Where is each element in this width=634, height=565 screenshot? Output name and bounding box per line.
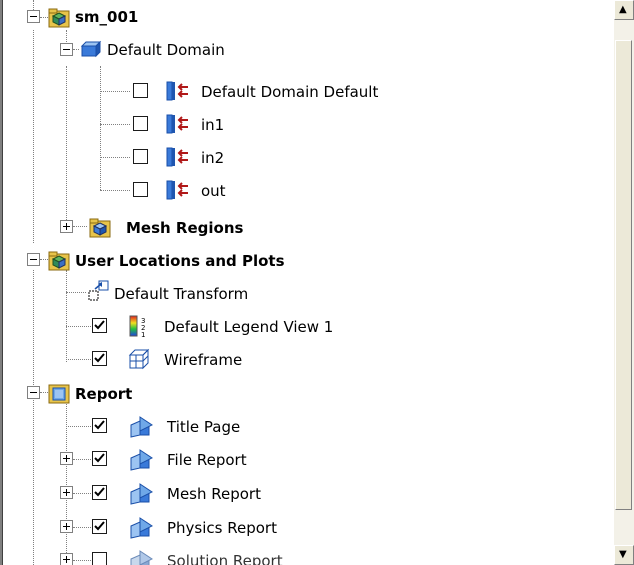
report-section-icon <box>130 416 153 438</box>
tree-item-label: Default Domain Default <box>201 83 379 101</box>
scroll-thumb[interactable] <box>615 40 632 510</box>
case-folder-icon <box>48 8 70 28</box>
tree-line <box>66 359 91 360</box>
tree-line <box>100 124 130 125</box>
scroll-track[interactable] <box>614 20 634 545</box>
expand-toggle[interactable] <box>60 520 73 533</box>
tree-line <box>100 91 130 92</box>
tree-line <box>73 226 87 227</box>
tree-line <box>73 49 79 50</box>
scroll-up-button[interactable]: ▲ <box>614 0 634 20</box>
expand-toggle[interactable] <box>60 486 73 499</box>
tree-line <box>100 190 130 191</box>
report-icon <box>48 384 70 404</box>
tree-item-user-locations[interactable]: User Locations and Plots <box>3 245 614 278</box>
tree-item-label: in1 <box>201 116 225 134</box>
tree-line <box>73 560 91 561</box>
visibility-checkbox[interactable] <box>133 83 148 98</box>
tree-line <box>66 426 91 427</box>
tree-item-label: in2 <box>201 149 225 167</box>
collapse-toggle[interactable] <box>60 43 73 56</box>
tree-item-label: Default Domain <box>107 41 225 59</box>
visibility-checkbox[interactable] <box>92 519 107 534</box>
tree-item-label: Title Page <box>167 418 241 436</box>
tree-item-label: Default Transform <box>114 285 249 303</box>
mesh-regions-icon <box>89 218 111 238</box>
report-section-icon <box>130 517 153 539</box>
expand-toggle[interactable] <box>60 553 73 565</box>
tree-line <box>66 326 91 327</box>
tree-item-default-domain[interactable]: Default Domain <box>3 40 614 78</box>
visibility-checkbox[interactable] <box>92 351 107 366</box>
vertical-scrollbar[interactable]: ▲ ▼ <box>614 0 634 565</box>
expand-toggle[interactable] <box>60 452 73 465</box>
svg-text:1: 1 <box>141 331 145 339</box>
collapse-toggle[interactable] <box>27 386 40 399</box>
visibility-checkbox[interactable] <box>133 182 148 197</box>
tree-item-label: out <box>201 182 226 200</box>
visibility-checkbox[interactable] <box>92 552 107 565</box>
tree-item-boundary[interactable]: in1 <box>3 109 614 142</box>
collapse-toggle[interactable] <box>27 253 40 266</box>
tree-line <box>40 17 48 18</box>
boundary-icon <box>166 147 188 167</box>
tree-item-label: File Report <box>167 451 247 469</box>
tree-item-boundary[interactable]: out <box>3 175 614 208</box>
tree-item-report-section[interactable]: Title Page <box>3 411 614 444</box>
report-section-icon <box>130 550 153 565</box>
visibility-checkbox[interactable] <box>133 116 148 131</box>
expand-toggle[interactable] <box>60 220 73 233</box>
tree-item-report-section[interactable]: Mesh Report <box>3 478 614 511</box>
report-section-icon <box>130 483 153 505</box>
tree-item-report-section[interactable]: Physics Report <box>3 512 614 545</box>
tree-item-wireframe[interactable]: Wireframe <box>3 344 614 377</box>
tree-line <box>73 493 91 494</box>
report-section-icon <box>130 449 153 471</box>
tree-item-label: Wireframe <box>164 351 243 369</box>
tree-item-label: Solution Report <box>167 552 283 565</box>
tree-item-label: Physics Report <box>167 519 277 537</box>
tree-item-boundary[interactable]: in2 <box>3 142 614 175</box>
tree-line <box>66 292 86 293</box>
transform-icon <box>88 280 109 301</box>
tree-item-label: Report <box>75 385 133 403</box>
tree-item-report-section[interactable]: Solution Report <box>3 545 614 565</box>
tree-item-label: User Locations and Plots <box>75 252 285 270</box>
domain-cube-icon <box>80 40 102 58</box>
tree-line <box>73 459 91 460</box>
tree-item-label: Mesh Report <box>167 485 261 503</box>
visibility-checkbox[interactable] <box>133 149 148 164</box>
tree-line <box>40 259 48 260</box>
tree-item-mesh-regions[interactable]: Mesh Regions <box>3 212 614 245</box>
scroll-down-button[interactable]: ▼ <box>614 545 634 565</box>
wireframe-icon <box>128 348 150 370</box>
arrow-down-icon: ▼ <box>619 549 627 560</box>
user-locations-icon <box>48 251 70 271</box>
tree-item-report-section[interactable]: File Report <box>3 444 614 477</box>
tree-item-label: sm_001 <box>75 8 139 26</box>
visibility-checkbox[interactable] <box>92 451 107 466</box>
boundary-icon <box>166 180 188 200</box>
boundary-icon <box>166 81 188 101</box>
visibility-checkbox[interactable] <box>92 418 107 433</box>
tree-item-default-legend-view[interactable]: 3 2 1 Default Legend View 1 <box>3 311 614 344</box>
tree-item-default-transform[interactable]: Default Transform <box>3 278 614 311</box>
visibility-checkbox[interactable] <box>92 485 107 500</box>
boundary-icon <box>166 114 188 134</box>
tree-item-boundary[interactable]: Default Domain Default <box>3 76 614 109</box>
tree-item-label: Mesh Regions <box>126 219 244 237</box>
legend-icon: 3 2 1 <box>129 315 145 339</box>
tree-item-report[interactable]: Report <box>3 378 614 411</box>
arrow-up-icon: ▲ <box>619 4 627 15</box>
outline-tree[interactable]: sm_001 Default Domain Default Domain Def… <box>3 0 614 565</box>
tree-line <box>100 157 130 158</box>
tree-item-sm-001[interactable]: sm_001 <box>3 8 614 41</box>
tree-item-label: Default Legend View 1 <box>164 318 334 336</box>
tree-line <box>73 527 91 528</box>
collapse-toggle[interactable] <box>27 10 40 23</box>
visibility-checkbox[interactable] <box>92 318 107 333</box>
tree-panel: sm_001 Default Domain Default Domain Def… <box>0 0 634 565</box>
tree-line <box>40 392 48 393</box>
